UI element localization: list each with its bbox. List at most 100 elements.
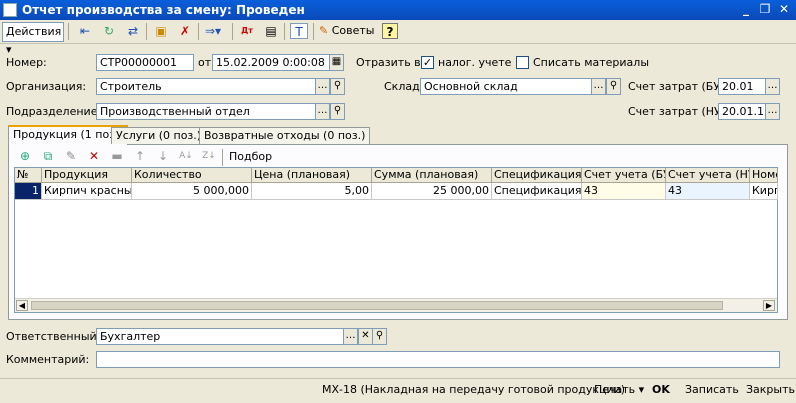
account-nu-cell[interactable]: 43 [666,183,750,200]
arrow-left-icon[interactable]: ⇤ [76,23,94,39]
sort-ascending-icon[interactable]: A↓ [177,148,195,164]
open-warehouse-icon[interactable]: ⚲ [606,78,621,95]
select-organization-button[interactable]: … [315,78,330,95]
print-label: Печать [594,383,636,396]
column-header-account-bu[interactable]: Счет учета (БУ) [582,168,666,183]
maximize-button[interactable]: ❐ [757,2,773,17]
specification-cell[interactable]: Спецификация... [492,183,582,200]
save-button[interactable]: Записать [685,383,739,396]
tab-returnable-waste[interactable]: Возвратные отходы (0 поз.) [199,127,371,144]
swap-doc-icon[interactable]: ⇄ [124,23,142,39]
delete-row-icon[interactable]: ✕ [85,148,103,164]
tab-services[interactable]: Услуги (0 поз.) [111,127,207,144]
ok-button[interactable]: OK [652,383,670,396]
column-header-product[interactable]: Продукция [42,168,132,183]
close-button[interactable]: Закрыть [746,383,795,396]
division-field[interactable]: Производственный отдел [96,103,316,120]
warehouse-field[interactable]: Основной склад [420,78,592,95]
comment-label: Комментарий: [6,353,90,366]
planned-price-cell[interactable]: 5,00 [252,183,372,200]
column-header-nomenclature[interactable]: Номе [750,168,778,183]
column-header-quantity[interactable]: Количество [132,168,252,183]
planned-sum-cell[interactable]: 25 000,00 [372,183,492,200]
division-label: Подразделение: [6,105,102,118]
product-cell[interactable]: Кирпич красный [42,183,132,200]
toolbar-separator [313,23,314,40]
select-cost-account-nu-button[interactable]: … [765,103,780,120]
tax-accounting-checkbox[interactable]: ✓ [421,56,434,69]
select-warehouse-button[interactable]: … [591,78,606,95]
column-header-account-nu[interactable]: Счет учета (НУ) [666,168,750,183]
open-responsible-icon[interactable]: ⚲ [372,328,387,345]
comment-field[interactable] [96,351,780,368]
create-based-on-icon[interactable]: ⇒▾ [204,23,222,39]
print-form-button[interactable]: МХ-18 (Накладная на передачу готовой про… [322,383,625,396]
help-button[interactable]: ? [382,23,398,39]
actions-label: Действия [6,25,62,38]
window-title: Отчет производства за смену: Проведен [22,3,305,17]
tab-products[interactable]: Продукция (1 поз.) [8,125,128,145]
column-header-specification[interactable]: Спецификация [492,168,582,183]
post-doc-icon[interactable]: ▣ [152,23,170,39]
nomenclature-cell[interactable]: Кирпи [750,183,778,200]
print-menu-button[interactable]: Печать ▾ [594,383,644,396]
close-window-button[interactable]: ✕ [776,2,792,17]
copy-row-icon[interactable]: ⧉ [39,148,57,164]
select-division-button[interactable]: … [315,103,330,120]
toolbar: Действия ▾ ⇤ ↻ ⇄ ▣ ✗ ⇒▾ Дт ▤ T ✎ Советы … [0,20,796,56]
scrollbar-thumb[interactable] [31,301,723,310]
warehouse-label: Склад: [384,80,424,93]
move-up-icon[interactable]: ↑ [131,148,149,164]
responsible-label: Ответственный: [6,330,101,343]
account-bu-cell[interactable]: 43 [582,183,666,200]
command-bar: МХ-18 (Накладная на передачу готовой про… [0,378,796,403]
dt-kt-icon[interactable]: Дт [238,23,256,39]
column-header-planned-price[interactable]: Цена (плановая) [252,168,372,183]
text-format-icon[interactable]: T [290,23,308,39]
date-field[interactable]: 15.02.2009 0:00:08 [212,54,330,71]
quantity-cell[interactable]: 5 000,000 [132,183,252,200]
grid-toolbar-separator [222,149,223,166]
app-icon [3,3,17,17]
column-header-planned-sum[interactable]: Сумма (плановая) [372,168,492,183]
open-organization-icon[interactable]: ⚲ [330,78,345,95]
toolbar-separator [198,23,199,40]
move-down-icon[interactable]: ↓ [154,148,172,164]
row-number-cell[interactable]: 1 [15,183,42,200]
select-cost-account-bu-button[interactable]: … [765,78,780,95]
add-row-icon[interactable]: ⊕ [16,148,34,164]
title-bar: Отчет производства за смену: Проведен _ … [0,0,796,20]
refresh-doc-icon[interactable]: ↻ [100,23,118,39]
unpost-doc-icon[interactable]: ✗ [176,23,194,39]
magic-wand-icon: ✎ [319,24,329,37]
select-responsible-button[interactable]: … [343,328,358,345]
end-edit-icon[interactable]: ▬ [108,148,126,164]
open-division-icon[interactable]: ⚲ [330,103,345,120]
number-label: Номер: [6,56,47,69]
reflect-label: Отразить в: [356,56,425,69]
sort-descending-icon[interactable]: Z↓ [200,148,218,164]
actions-menu-button[interactable]: Действия ▾ [2,22,64,56]
products-table: № Продукция Количество Цена (плановая) С… [14,167,778,313]
toolbar-separator [68,23,69,40]
organization-field[interactable]: Строитель [96,78,316,95]
selection-button[interactable]: Подбор [229,150,272,163]
toolbar-separator [284,23,285,40]
column-header-number[interactable]: № [15,168,42,183]
number-field[interactable]: СТР00000001 [96,54,194,71]
write-off-materials-checkbox[interactable] [516,56,529,69]
structure-icon[interactable]: ▤ [262,23,280,39]
clear-responsible-icon[interactable]: ✕ [358,328,373,345]
scroll-right-icon[interactable]: ▶ [763,300,775,311]
minimize-button[interactable]: _ [738,2,754,17]
toolbar-separator [146,23,147,40]
cost-account-bu-field[interactable]: 20.01 [718,78,766,95]
tips-button[interactable]: ✎ Советы [319,23,374,39]
calendar-icon[interactable]: ▦ [329,54,344,71]
horizontal-scrollbar[interactable]: ◀ ▶ [15,298,777,312]
cost-account-nu-field[interactable]: 20.01.1 [718,103,766,120]
write-off-materials-label: Списать материалы [533,56,649,69]
edit-row-icon[interactable]: ✎ [62,148,80,164]
responsible-field[interactable]: Бухгалтер [96,328,344,345]
scroll-left-icon[interactable]: ◀ [16,300,28,311]
